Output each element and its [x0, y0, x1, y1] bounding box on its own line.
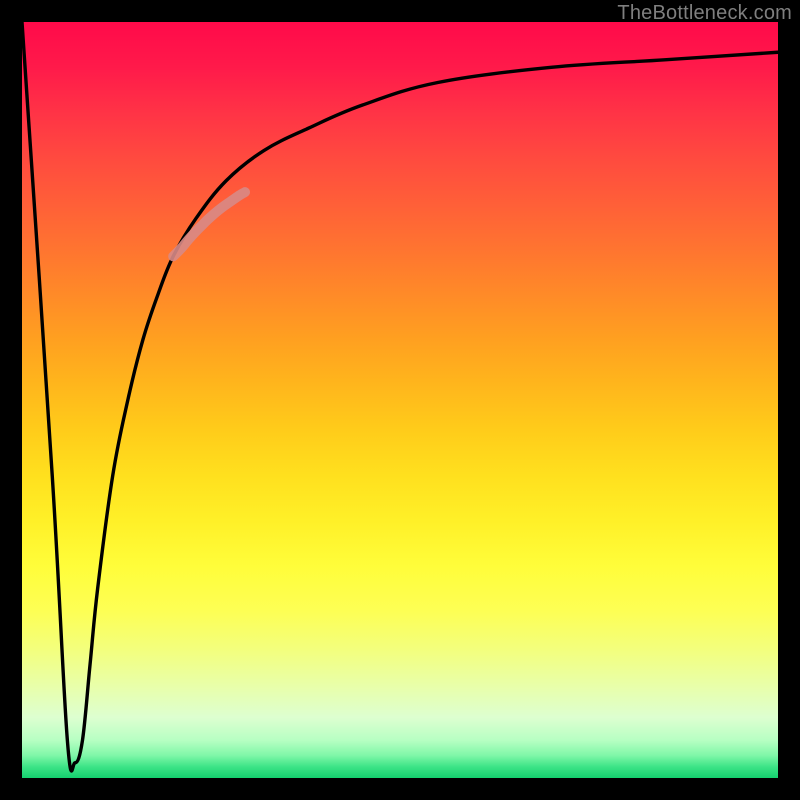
curve-layer: [22, 22, 778, 778]
chart-container: TheBottleneck.com: [0, 0, 800, 800]
bottleneck-curve: [22, 22, 778, 771]
watermark-text: TheBottleneck.com: [617, 2, 792, 25]
plot-area: [22, 22, 778, 778]
